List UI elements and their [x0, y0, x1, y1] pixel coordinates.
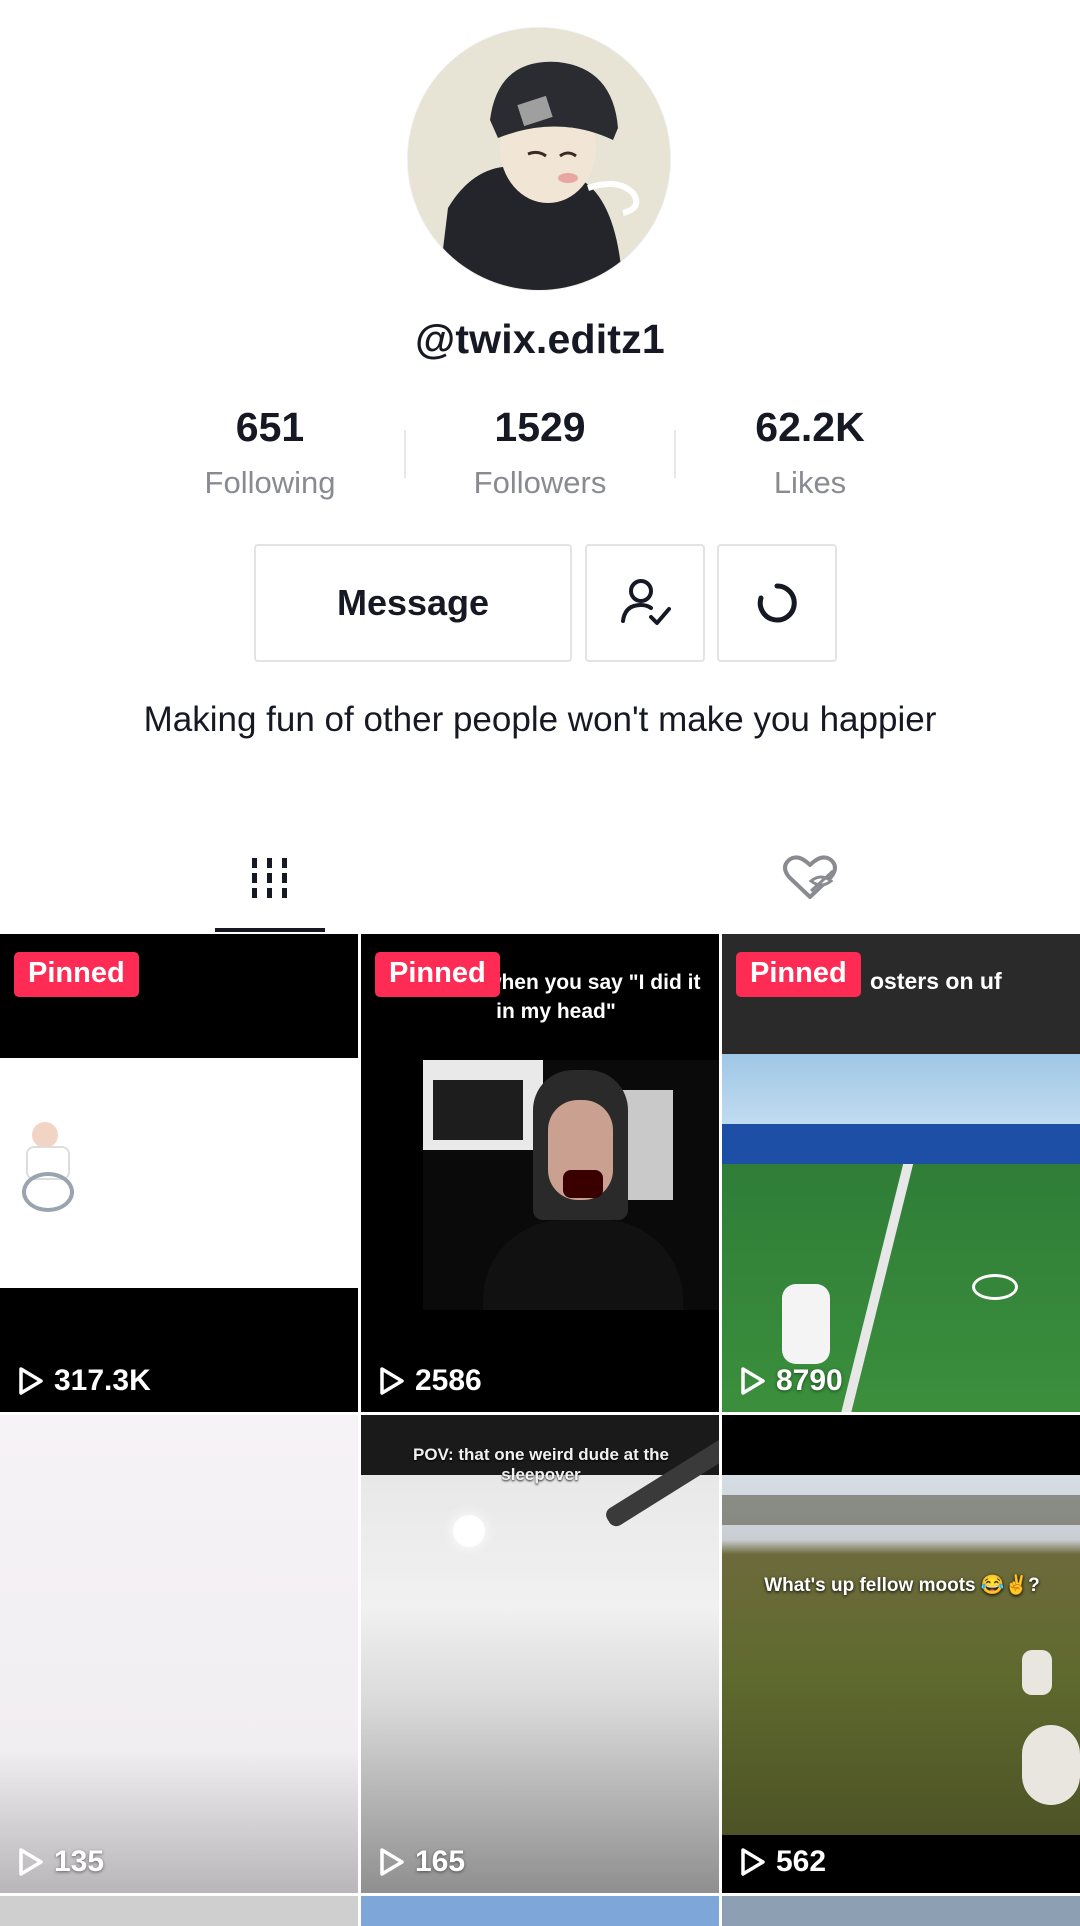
view-count: 317.3K — [18, 1364, 151, 1398]
stat-label: Followers — [473, 465, 607, 500]
play-icon — [741, 1848, 765, 1876]
video-thumbnail[interactable]: 135 — [0, 1415, 358, 1893]
following-button[interactable] — [585, 544, 705, 662]
stat-value: 651 — [235, 404, 305, 450]
view-count: 2586 — [379, 1364, 482, 1398]
profile-bio: Making fun of other people won't make yo… — [143, 700, 937, 739]
view-count: 8790 — [740, 1364, 843, 1398]
pinned-badge: Pinned — [375, 952, 500, 997]
thumbnail-frame — [722, 1054, 1080, 1412]
profile-stats: 651 Following 1529 Followers 62.2K Likes — [135, 400, 945, 510]
video-thumbnail[interactable]: Pinned 317.3K — [0, 934, 358, 1412]
stat-divider — [404, 430, 406, 478]
stat-value: 1529 — [494, 404, 586, 450]
video-thumbnail[interactable]: What's up fellow moots 😂✌️? 562 — [722, 1415, 1080, 1893]
play-icon — [19, 1848, 43, 1876]
username: @twix.editz1 — [415, 316, 665, 362]
stat-value: 62.2K — [755, 404, 865, 450]
stat-likes[interactable]: 62.2K Likes — [675, 400, 945, 510]
stat-followers[interactable]: 1529 Followers — [405, 400, 675, 510]
video-thumbnail[interactable]: osters on uf Pinned 8790 — [722, 934, 1080, 1412]
stat-label: Likes — [773, 465, 847, 500]
ceiling-light — [453, 1515, 485, 1547]
view-count: 165 — [379, 1845, 465, 1879]
tab-liked[interactable] — [775, 848, 845, 908]
thumbnail-figure — [22, 1122, 74, 1212]
view-count: 135 — [18, 1845, 104, 1879]
video-thumbnail[interactable] — [361, 1896, 719, 1926]
video-thumbnail[interactable] — [722, 1896, 1080, 1926]
play-icon — [19, 1367, 43, 1395]
play-icon — [741, 1367, 765, 1395]
refresh-icon — [757, 583, 797, 623]
view-count-value: 317.3K — [54, 1364, 151, 1397]
stat-divider — [674, 430, 676, 478]
view-count-value: 8790 — [776, 1364, 843, 1397]
thumbnail-frame — [722, 1475, 1080, 1835]
view-count-value: 135 — [54, 1845, 105, 1878]
grid-icon — [252, 858, 287, 898]
video-caption: osters on uf — [870, 968, 1002, 994]
suggested-accounts-button[interactable] — [717, 544, 837, 662]
tab-videos[interactable] — [235, 848, 305, 908]
profile-avatar[interactable] — [408, 28, 670, 290]
avatar-illustration — [408, 28, 670, 290]
view-count-value: 562 — [776, 1845, 827, 1878]
stat-label: Following — [204, 465, 336, 500]
view-count: 562 — [740, 1845, 826, 1879]
video-thumbnail[interactable]: POV: that one weird dude at the sleepove… — [361, 1415, 719, 1893]
play-icon — [380, 1848, 404, 1876]
video-thumbnail[interactable] — [0, 1896, 358, 1926]
message-button[interactable]: Message — [254, 544, 572, 662]
stat-following[interactable]: 651 Following — [135, 400, 405, 510]
video-thumbnail[interactable]: eacher when you say "I did it in my head… — [361, 934, 719, 1412]
thumbnail-frame — [423, 1060, 719, 1310]
pinned-badge: Pinned — [736, 952, 861, 997]
liked-heart-hidden-icon — [783, 855, 837, 899]
active-tab-indicator — [215, 928, 325, 932]
pinned-badge: Pinned — [14, 952, 139, 997]
video-caption: What's up fellow moots 😂✌️? — [764, 1575, 1040, 1596]
person-check-icon — [621, 579, 671, 625]
play-icon — [380, 1367, 404, 1395]
view-count-value: 165 — [415, 1845, 466, 1878]
view-count-value: 2586 — [415, 1364, 482, 1397]
